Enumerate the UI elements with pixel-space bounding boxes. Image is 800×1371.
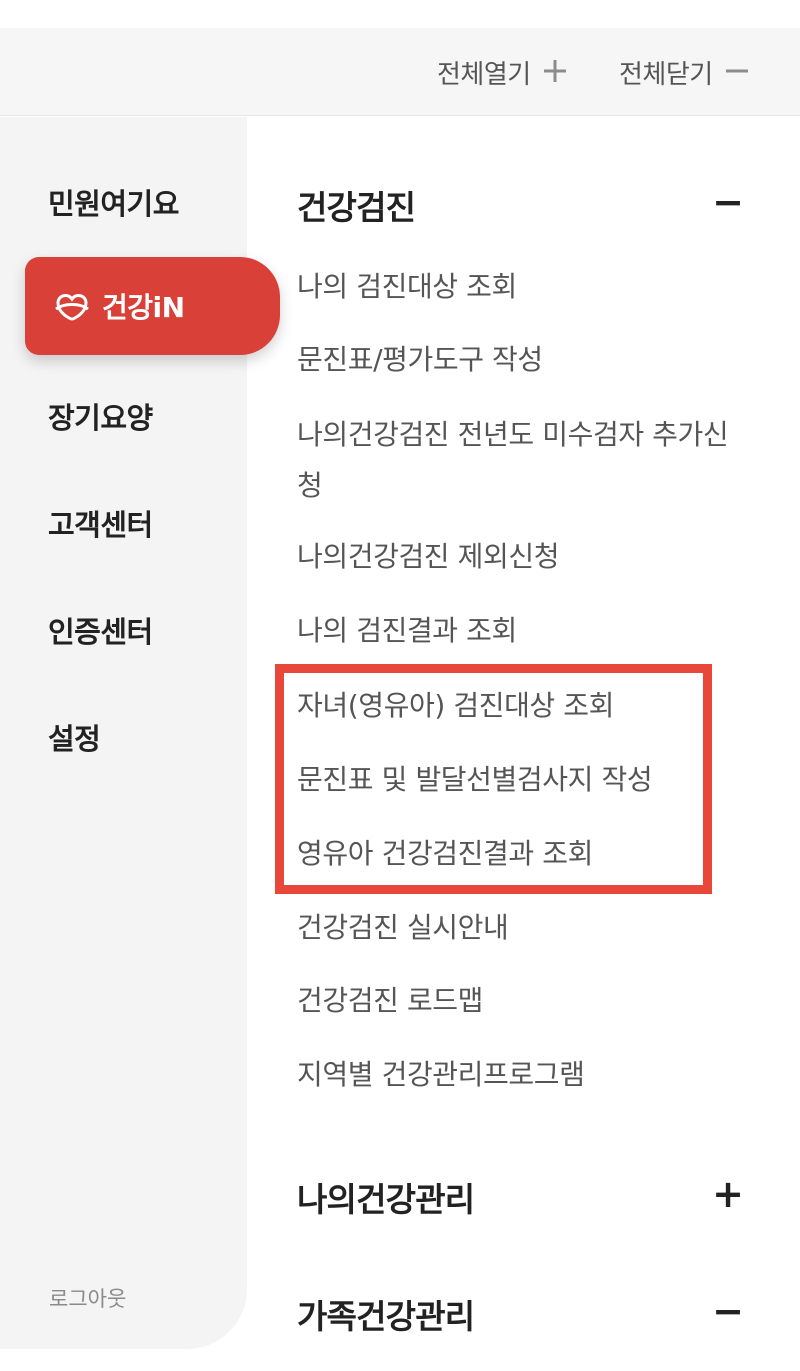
sidebar-item-health-in[interactable]: 건강iN bbox=[25, 257, 280, 355]
sidebar-item-auth-center[interactable]: 인증센터 bbox=[48, 609, 153, 651]
sidebar-item-customer-center[interactable]: 고객센터 bbox=[48, 502, 153, 544]
menu-item[interactable]: 나의 검진결과 조회 bbox=[297, 605, 747, 656]
menu-page: 전체열기 전체닫기 민원여기요 건강iN 장기요양 고객센터 인증센터 설정 로… bbox=[0, 0, 800, 1371]
expand-all-button[interactable]: 전체열기 bbox=[437, 28, 567, 116]
menu-item[interactable]: 건강검진 로드맵 bbox=[297, 975, 747, 1026]
menu-item[interactable]: 지역별 건강관리프로그램 bbox=[297, 1049, 747, 1100]
sidebar-item-label: 건강iN bbox=[102, 291, 185, 324]
collapse-all-button[interactable]: 전체닫기 bbox=[619, 28, 749, 116]
collapse-all-label: 전체닫기 bbox=[619, 59, 713, 90]
menu-item[interactable]: 문진표/평가도구 작성 bbox=[297, 334, 747, 385]
menu-item[interactable]: 나의 검진대상 조회 bbox=[297, 261, 747, 312]
collapse-section-icon[interactable]: − bbox=[712, 1292, 744, 1330]
section-title-family-health[interactable]: 가족건강관리 bbox=[297, 1290, 475, 1338]
expand-section-icon[interactable]: + bbox=[712, 1175, 744, 1213]
menu-item[interactable]: 나의건강검진 제외신청 bbox=[297, 531, 747, 582]
plus-icon bbox=[543, 56, 567, 88]
sidebar-item-settings[interactable]: 설정 bbox=[48, 716, 101, 758]
top-spacer bbox=[0, 0, 800, 28]
minus-icon bbox=[725, 56, 749, 88]
section-title-my-health[interactable]: 나의건강관리 bbox=[297, 1173, 475, 1221]
sidebar-item-longterm-care[interactable]: 장기요양 bbox=[48, 395, 153, 437]
collapse-section-icon[interactable]: − bbox=[712, 183, 744, 221]
highlight-annotation-box bbox=[275, 664, 712, 894]
menu-item[interactable]: 건강검진 실시안내 bbox=[297, 902, 747, 953]
sidebar-item-minwon[interactable]: 민원여기요 bbox=[48, 181, 179, 223]
menu-item[interactable]: 나의건강검진 전년도 미수검자 추가신청 bbox=[297, 409, 747, 511]
logout-link[interactable]: 로그아웃 bbox=[49, 1283, 126, 1313]
expand-all-label: 전체열기 bbox=[437, 59, 531, 90]
menu-toolbar: 전체열기 전체닫기 bbox=[0, 28, 800, 116]
section-title-health-checkup[interactable]: 건강검진 bbox=[297, 181, 416, 229]
health-in-logo-icon bbox=[52, 286, 92, 326]
